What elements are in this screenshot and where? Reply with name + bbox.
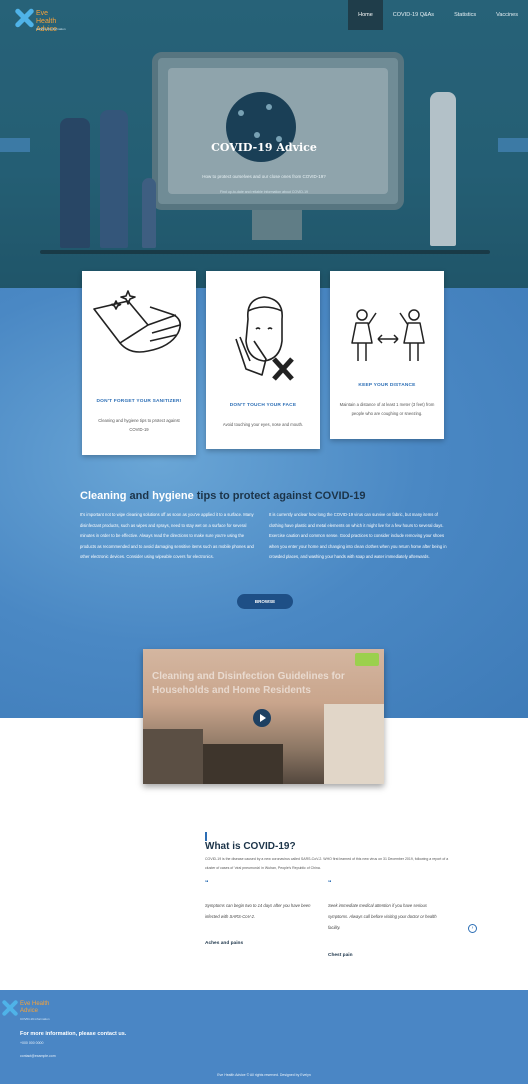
card-title: DON'T TOUCH YOUR FACE — [229, 403, 297, 408]
video-building — [143, 729, 203, 784]
card-face[interactable]: DON'T TOUCH YOUR FACE Avoid touching you… — [206, 271, 320, 449]
play-icon — [260, 714, 266, 722]
quote-label: Aches and pains — [205, 941, 244, 946]
quote-icon: “ — [205, 880, 209, 887]
title-accent-bar — [205, 832, 207, 841]
cleaning-text-right: It is currently unclear how long the COV… — [269, 512, 447, 559]
quote-icon: “ — [328, 880, 332, 887]
footer — [0, 990, 528, 1084]
what-is-covid-title: What is COVID-19? — [205, 841, 296, 852]
video-title: Cleaning and Disinfection Guidelines for… — [152, 671, 345, 696]
cleaning-title-part: hygiene — [152, 490, 194, 502]
navbar: Eve Health Advice COVID-19 information H… — [0, 0, 528, 33]
footer-logo-icon[interactable] — [1, 999, 19, 1017]
hero-title: COVID-19 Advice — [211, 141, 317, 154]
video-building — [203, 744, 283, 784]
brand-logo-icon[interactable] — [14, 7, 35, 29]
video-building — [324, 704, 384, 784]
browse-button[interactable]: BROWSE — [237, 594, 293, 609]
brand-tagline: COVID-19 information — [36, 27, 66, 31]
video-channel-logo — [355, 653, 379, 666]
nav-item-vaccines[interactable]: Vaccines — [486, 0, 528, 30]
cleaning-text-left: It's important not to wipe cleaning solu… — [80, 512, 254, 559]
social-distance-icon — [351, 309, 425, 361]
nav-item-statistics[interactable]: Statistics — [444, 0, 486, 30]
play-button[interactable] — [253, 709, 271, 727]
hero-subtitle-secondary: Find up-to-date and reliable information… — [220, 190, 308, 194]
card-title: DON'T FORGET YOUR SANITIZER! — [96, 399, 182, 404]
main-nav: Home COVID-19 Q&As Statistics Vaccines — [348, 0, 528, 30]
sanitizer-hand-icon — [93, 290, 182, 353]
card-sanitizer[interactable]: DON'T FORGET YOUR SANITIZER! Cleaning an… — [82, 271, 196, 455]
footer-phone[interactable]: +000 000 0000 — [20, 1041, 43, 1045]
cleaning-title-part: and — [126, 490, 153, 502]
card-distance[interactable]: KEEP YOUR DISTANCE Maintain a distance o… — [330, 271, 444, 439]
footer-contact-heading: For more information, please contact us. — [20, 1031, 127, 1037]
footer-brand-tagline: COVID-19 information — [20, 1017, 50, 1021]
card-title: KEEP YOUR DISTANCE — [358, 383, 416, 388]
next-arrow-icon[interactable]: › — [468, 924, 477, 933]
quote-text: Symptoms can begin two to 14 days after … — [205, 903, 311, 919]
nav-item-qa[interactable]: COVID-19 Q&As — [383, 0, 444, 30]
quote-label: Chest pain — [328, 953, 353, 958]
nav-item-home[interactable]: Home — [348, 0, 383, 30]
footer-email[interactable]: contact@example.com — [20, 1054, 56, 1058]
cleaning-title: Cleaning and hygiene tips to protect aga… — [80, 490, 365, 502]
cleaning-title-part: Cleaning — [80, 490, 127, 502]
hero-subtitle: How to protect ourselves and our close o… — [202, 174, 326, 179]
no-face-touch-icon — [235, 296, 294, 381]
quote-text: Seek immediate medical attention if you … — [328, 903, 437, 930]
hero-section: Eve Health Advice COVID-19 information H… — [0, 0, 528, 288]
cleaning-title-part: tips to protect against COVID-19 — [193, 490, 366, 502]
footer-copyright: Eve Health Advice © All rights reserved.… — [217, 1073, 311, 1077]
card-text: Maintain a distance of at least 1 meter … — [339, 402, 435, 416]
what-is-covid-text: COVID-19 is the disease caused by a new … — [205, 857, 449, 870]
card-text: Cleaning and hygiene tips to protect aga… — [98, 418, 180, 432]
card-text: Avoid touching your eyes, nose and mouth… — [222, 422, 304, 427]
footer-brand-name[interactable]: Eve Health Advice — [20, 1001, 56, 1015]
